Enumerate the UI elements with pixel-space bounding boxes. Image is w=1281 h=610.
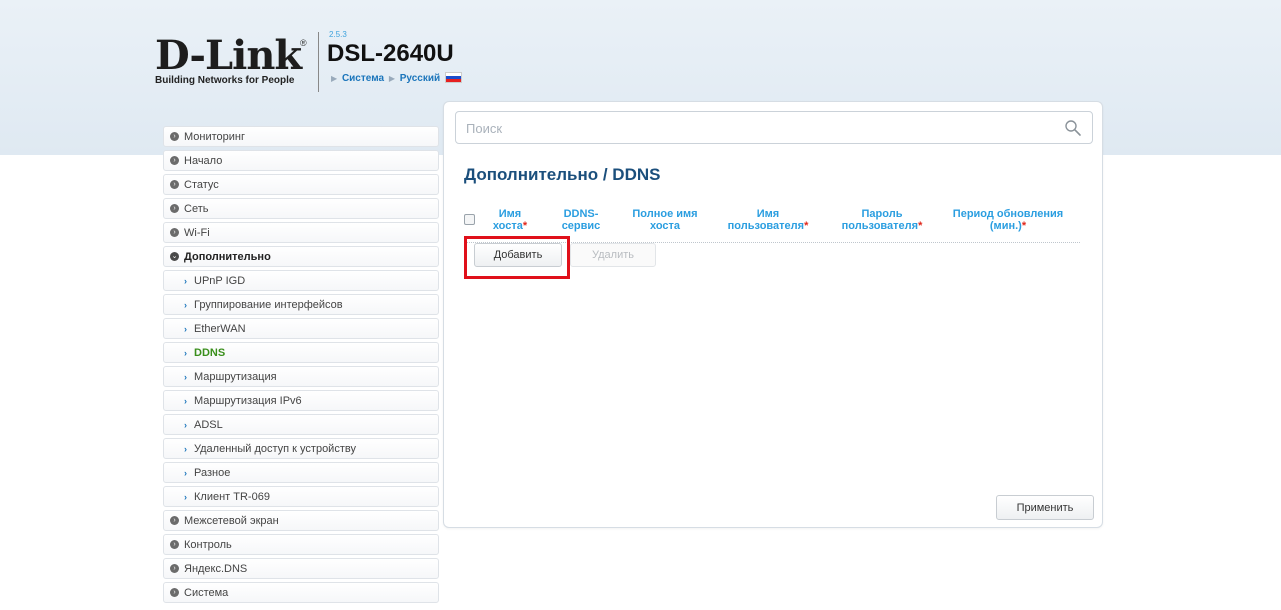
- sidebar-item-misc[interactable]: › Разное: [163, 462, 439, 483]
- sidebar-item-network[interactable]: › Сеть: [163, 198, 439, 219]
- chevron-right-icon: ›: [184, 371, 187, 382]
- collapse-circle-icon: ⌄: [170, 252, 179, 261]
- sidebar-item-monitoring[interactable]: › Мониторинг: [163, 126, 439, 147]
- sidebar-item-wifi[interactable]: › Wi-Fi: [163, 222, 439, 243]
- sidebar-item-adsl[interactable]: › ADSL: [163, 414, 439, 435]
- chevron-right-icon: ›: [184, 467, 187, 478]
- sidebar-item-control[interactable]: › Контроль: [163, 534, 439, 555]
- chevron-right-icon: ›: [184, 419, 187, 430]
- search-input[interactable]: [456, 112, 1058, 145]
- search-icon[interactable]: [1064, 119, 1082, 137]
- column-ddns-service: DDNS- сервис: [561, 208, 601, 232]
- chevron-right-icon: ›: [184, 347, 187, 358]
- device-model: DSL-2640U: [327, 40, 454, 67]
- sidebar-item-system[interactable]: › Система: [163, 582, 439, 603]
- search-box: [455, 111, 1093, 145]
- sidebar-item-routing[interactable]: › Маршрутизация: [163, 366, 439, 387]
- expand-circle-icon: ›: [170, 564, 179, 573]
- column-username: Имя пользователя*: [727, 208, 809, 232]
- sidebar-item-firewall[interactable]: › Межсетевой экран: [163, 510, 439, 531]
- header-nav-system[interactable]: Система: [342, 73, 384, 84]
- sidebar-item-routing-ipv6[interactable]: › Маршрутизация IPv6: [163, 390, 439, 411]
- triangle-right-icon: ▶: [331, 74, 338, 83]
- chevron-right-icon: ›: [184, 275, 187, 286]
- column-password: Пароль пользователя*: [841, 208, 923, 232]
- expand-circle-icon: ›: [170, 540, 179, 549]
- header: D-Link ® Building Networks for People 2.…: [155, 30, 755, 100]
- sidebar-item-yandex-dns[interactable]: › Яндекс.DNS: [163, 558, 439, 579]
- expand-circle-icon: ›: [170, 588, 179, 597]
- expand-circle-icon: ›: [170, 204, 179, 213]
- expand-circle-icon: ›: [170, 228, 179, 237]
- apply-button[interactable]: Применить: [996, 495, 1094, 520]
- triangle-right-icon: ▶: [388, 74, 395, 83]
- page-title: Дополнительно / DDNS: [464, 165, 661, 184]
- header-nav-language[interactable]: Русский: [400, 73, 440, 84]
- sidebar-item-start[interactable]: › Начало: [163, 150, 439, 171]
- expand-circle-icon: ›: [170, 156, 179, 165]
- logo-text: D-Link: [155, 32, 302, 79]
- sidebar-item-tr069-client[interactable]: › Клиент TR-069: [163, 486, 439, 507]
- chevron-right-icon: ›: [184, 443, 187, 454]
- add-button-highlight: [464, 236, 570, 279]
- sidebar-item-status[interactable]: › Статус: [163, 174, 439, 195]
- chevron-right-icon: ›: [184, 395, 187, 406]
- sidebar-item-interface-grouping[interactable]: › Группирование интерфейсов: [163, 294, 439, 315]
- sidebar-menu: › Мониторинг › Начало › Статус › Сеть › Wi-Fi…: [163, 126, 439, 606]
- main-panel: Дополнительно / DDNS Имя хоста* DDNS- се…: [443, 101, 1103, 528]
- expand-circle-icon: ›: [170, 132, 179, 141]
- sidebar-item-etherwan[interactable]: › EtherWAN: [163, 318, 439, 339]
- header-divider: [318, 32, 319, 92]
- chevron-right-icon: ›: [184, 323, 187, 334]
- column-hostname: Имя хоста*: [492, 208, 528, 232]
- delete-button[interactable]: Удалить: [570, 243, 656, 267]
- select-all-checkbox[interactable]: [464, 214, 475, 225]
- firmware-version: 2.5.3: [329, 30, 347, 39]
- sidebar-item-ddns[interactable]: › DDNS: [163, 342, 439, 363]
- sidebar-item-remote-access[interactable]: › Удаленный доступ к устройству: [163, 438, 439, 459]
- column-update-period: Период обновления (мин.)*: [952, 208, 1064, 232]
- expand-circle-icon: ›: [170, 180, 179, 189]
- chevron-right-icon: ›: [184, 299, 187, 310]
- dlink-logo[interactable]: D-Link ® Building Networks for People: [155, 32, 315, 87]
- chevron-right-icon: ›: [184, 491, 187, 502]
- logo-registered-mark: ®: [300, 38, 307, 48]
- sidebar-item-advanced[interactable]: ⌄ Дополнительно: [163, 246, 439, 267]
- header-nav: ▶ Система ▶ Русский: [329, 72, 462, 84]
- russian-flag-icon[interactable]: [444, 72, 462, 83]
- column-full-hostname: Полное имя хоста: [632, 208, 698, 232]
- sidebar-item-upnp-igd[interactable]: › UPnP IGD: [163, 270, 439, 291]
- expand-circle-icon: ›: [170, 516, 179, 525]
- logo-tagline: Building Networks for People: [155, 75, 295, 86]
